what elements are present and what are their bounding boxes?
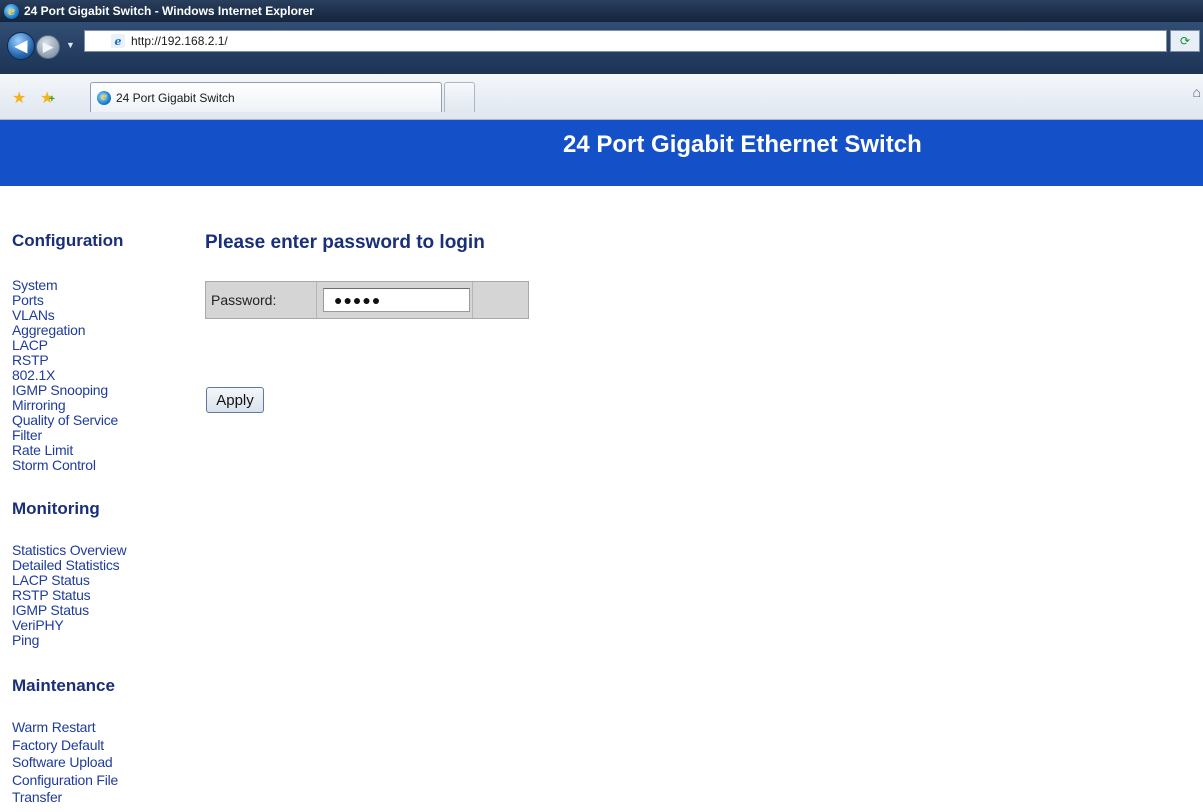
sidebar-link-ping[interactable]: Ping <box>12 632 39 648</box>
sidebar-item: System <box>12 278 118 293</box>
home-icon[interactable]: ⌂ <box>1193 84 1201 100</box>
tab-24-port-gigabit-switch[interactable]: e 24 Port Gigabit Switch <box>90 82 442 112</box>
sidebar-link-rate-limit[interactable]: Rate Limit <box>12 442 73 458</box>
url-dropdown-icon[interactable]: ▼ <box>1148 36 1157 46</box>
sidebar-item: Warm Restart <box>12 719 118 737</box>
favorites-star-icon[interactable]: ★ <box>12 88 26 108</box>
ie-logo-icon: e <box>4 3 19 19</box>
sidebar-link-configuration-file[interactable]: Configuration File <box>12 772 118 788</box>
sidebar-link-rstp[interactable]: RSTP <box>12 352 49 368</box>
tab-bar: ★ ★ e 24 Port Gigabit Switch ⌂ <box>0 74 1203 120</box>
url-field[interactable]: e http://192.168.2.1/ <box>84 30 1167 52</box>
sidebar-item: Factory Default <box>12 737 118 755</box>
new-tab-button[interactable] <box>444 82 475 112</box>
sidebar-item: Configuration File <box>12 772 118 790</box>
tab-label: 24 Port Gigabit Switch <box>116 90 235 105</box>
sidebar-item: RSTP Status <box>12 588 126 603</box>
sidebar-item: LACP <box>12 338 118 353</box>
sidebar-link-igmp-snooping[interactable]: IGMP Snooping <box>12 382 108 398</box>
sidebar-item: Software Upload <box>12 754 118 772</box>
add-favorite-icon[interactable]: ★ <box>40 88 55 108</box>
sidebar-link-rstp-status[interactable]: RSTP Status <box>12 587 91 603</box>
sidebar-link-filter[interactable]: Filter <box>12 427 42 443</box>
monitoring-links: Statistics Overview Detailed Statistics LA… <box>12 542 127 648</box>
sidebar-item: Quality of Service <box>12 413 118 428</box>
back-arrow-icon: ◀ <box>14 38 28 55</box>
sidebar-item: Filter <box>12 428 118 443</box>
login-heading: Please enter password to login <box>205 232 485 253</box>
sidebar-link-factory-default[interactable]: Factory Default <box>12 737 104 753</box>
sidebar-link-veriphy[interactable]: VeriPHY <box>12 617 64 633</box>
sidebar-link-lacp[interactable]: LACP <box>12 337 48 353</box>
section-title-maintenance: Maintenance <box>12 676 115 695</box>
window-titlebar: e 24 Port Gigabit Switch - Windows Inter… <box>0 0 1203 22</box>
sidebar-link-802-1x[interactable]: 802.1X <box>12 367 55 383</box>
page-banner: 24 Port Gigabit Ethernet Switch <box>0 120 1203 186</box>
configuration-links: System Ports VLANs Aggregation LACP RSTP 802.1… <box>12 278 118 473</box>
sidebar-link-software-upload[interactable]: Software Upload <box>12 754 113 770</box>
sidebar-item: VeriPHY <box>12 618 126 633</box>
sidebar-item: RSTP <box>12 353 118 368</box>
history-dropdown-icon[interactable]: ▼ <box>66 40 75 50</box>
password-table: Password: ●●●●● <box>205 281 529 319</box>
back-button[interactable]: ◀ <box>7 32 35 60</box>
sidebar-item: VLANs <box>12 308 118 323</box>
refresh-button[interactable]: ⟳ <box>1170 30 1200 52</box>
sidebar-item: IGMP Snooping <box>12 383 118 398</box>
sidebar-link-transfer[interactable]: Transfer <box>12 789 62 805</box>
sidebar-item: Mirroring <box>12 398 118 413</box>
apply-button[interactable]: Apply <box>206 387 264 413</box>
password-label: Password: <box>211 292 277 308</box>
sidebar-link-lacp-status[interactable]: LACP Status <box>12 572 90 588</box>
sidebar-item: Ping <box>12 633 126 648</box>
password-field[interactable]: ●●●●● <box>323 288 470 312</box>
sidebar-link-storm-control[interactable]: Storm Control <box>12 457 96 473</box>
window-title: 24 Port Gigabit Switch - Windows Interne… <box>24 4 314 18</box>
sidebar-link-igmp-status[interactable]: IGMP Status <box>12 602 89 618</box>
forward-button[interactable]: ▶ <box>36 35 60 59</box>
sidebar-link-warm-restart[interactable]: Warm Restart <box>12 719 96 735</box>
sidebar-link-mirroring[interactable]: Mirroring <box>12 397 66 413</box>
sidebar-item: Rate Limit <box>12 443 118 458</box>
sidebar-item: IGMP Status <box>12 603 126 618</box>
sidebar-link-quality-of-service[interactable]: Quality of Service <box>12 412 118 428</box>
section-title-monitoring: Monitoring <box>12 499 100 518</box>
sidebar-link-statistics-overview[interactable]: Statistics Overview <box>12 542 127 558</box>
sidebar-link-aggregation[interactable]: Aggregation <box>12 322 86 338</box>
sidebar-link-vlans[interactable]: VLANs <box>12 307 55 323</box>
sidebar-item: Ports <box>12 293 118 308</box>
table-divider <box>472 282 473 318</box>
sidebar-item: Transfer <box>12 789 118 807</box>
sidebar-item: Aggregation <box>12 323 118 338</box>
sidebar-item: 802.1X <box>12 368 118 383</box>
sidebar-item: Statistics Overview <box>12 542 127 558</box>
table-divider <box>316 282 317 318</box>
forward-arrow-icon: ▶ <box>43 39 53 54</box>
section-title-configuration: Configuration <box>12 231 124 250</box>
sidebar-link-system[interactable]: System <box>12 277 58 293</box>
sidebar-link-detailed-statistics[interactable]: Detailed Statistics <box>12 557 120 573</box>
maintenance-links: Warm Restart Factory Default Software Uplo… <box>12 719 118 807</box>
sidebar-item: Storm Control <box>12 458 118 473</box>
page-icon: e <box>111 34 125 48</box>
sidebar-item: Detailed Statistics <box>12 558 126 573</box>
address-toolbar: ◀ ▶ ▼ e http://192.168.2.1/ ▼ ⟳ <box>0 22 1203 74</box>
refresh-icon: ⟳ <box>1179 34 1191 48</box>
url-text: http://192.168.2.1/ <box>131 34 228 48</box>
sidebar-item: LACP Status <box>12 573 126 588</box>
sidebar-link-ports[interactable]: Ports <box>12 292 44 308</box>
page-title: 24 Port Gigabit Ethernet Switch <box>563 131 922 158</box>
ie-page-icon: e <box>97 90 111 105</box>
